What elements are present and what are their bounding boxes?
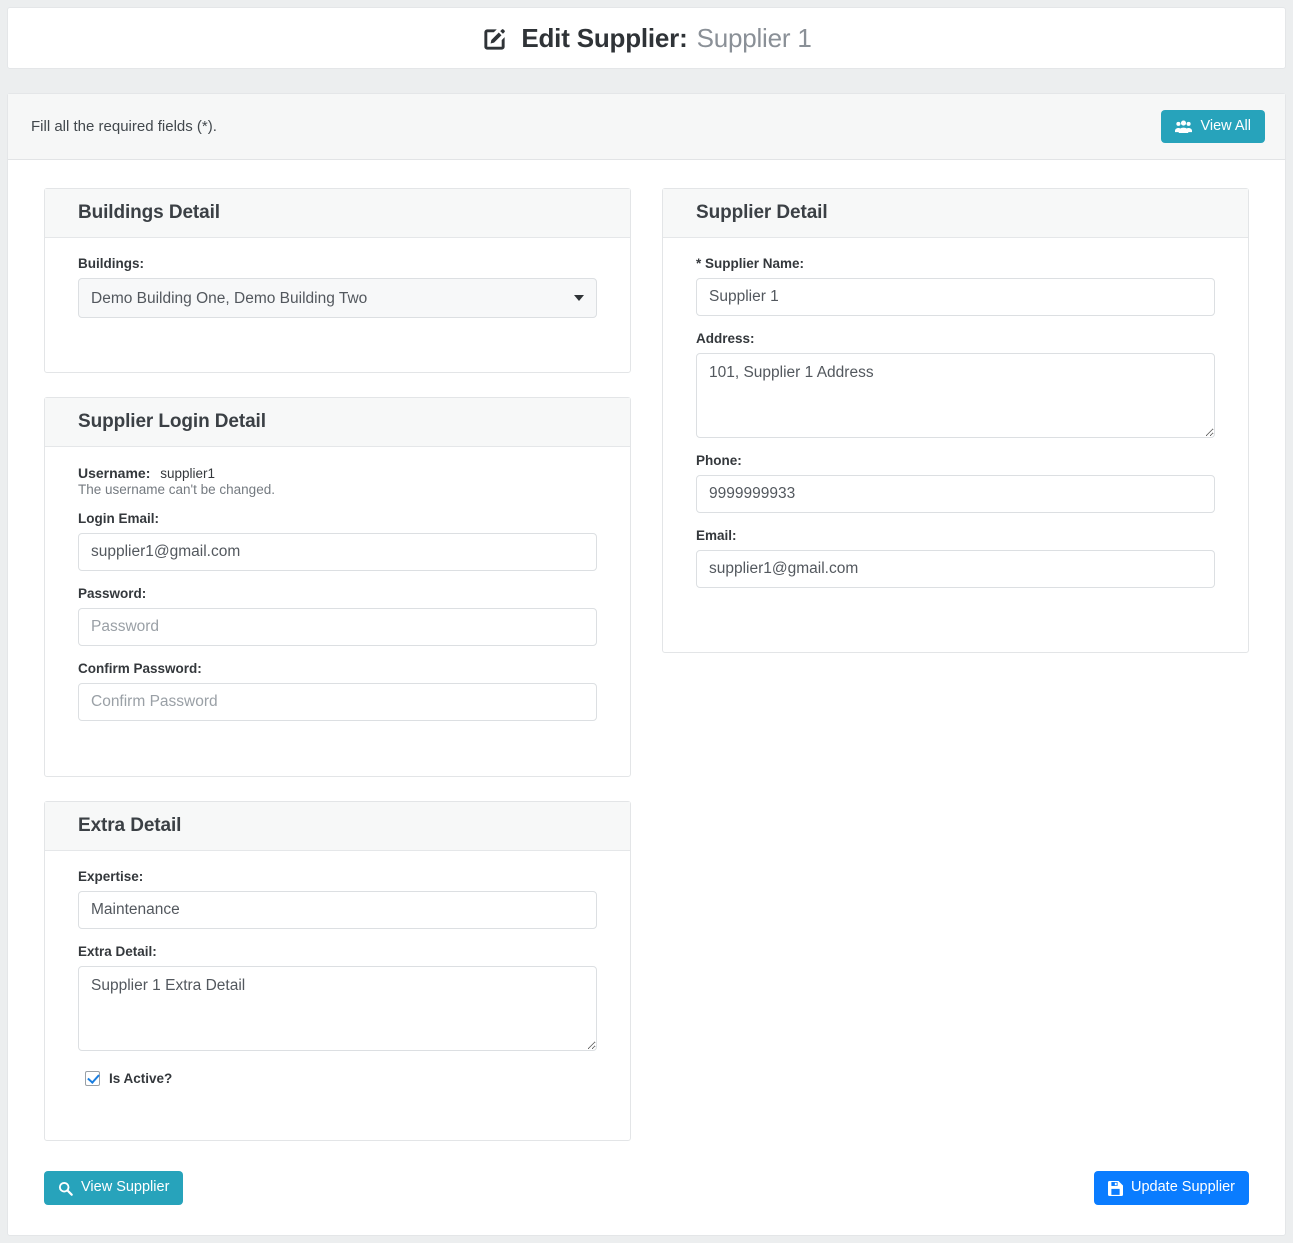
password-input[interactable] <box>78 608 597 647</box>
view-supplier-button[interactable]: View Supplier <box>44 1171 184 1205</box>
login-email-input[interactable] <box>78 533 597 572</box>
panel-login-body: Username: supplier1 The username can't b… <box>45 447 630 758</box>
users-icon <box>1175 120 1193 134</box>
panel-extra-heading: Extra Detail <box>45 802 630 852</box>
field-phone: Phone: <box>696 453 1215 514</box>
buildings-select[interactable]: Demo Building One, Demo Building Two <box>78 278 597 319</box>
address-label: Address: <box>696 331 755 347</box>
is-active-label: Is Active? <box>109 1071 173 1087</box>
view-supplier-label: View Supplier <box>81 1179 170 1196</box>
password-label: Password: <box>78 586 147 602</box>
phone-label: Phone: <box>696 453 742 469</box>
field-is-active: Is Active? <box>78 1071 597 1087</box>
page-title-prefix: Edit Supplier: <box>521 22 688 53</box>
field-extra-detail: Extra Detail: Supplier 1 Extra Detail <box>78 944 597 1052</box>
expertise-label: Expertise: <box>78 869 144 885</box>
panel-supplier-login-detail: Supplier Login Detail Username: supplier… <box>44 397 631 778</box>
field-supplier-name: * Supplier Name: <box>696 256 1215 317</box>
card-footer: View Supplier Update Supplier <box>8 1165 1285 1234</box>
view-all-button[interactable]: View All <box>1161 110 1265 144</box>
expertise-input[interactable] <box>78 891 597 930</box>
extra-detail-label: Extra Detail: <box>78 944 157 960</box>
page-title-card: Edit Supplier: Supplier 1 <box>7 7 1286 69</box>
search-icon <box>58 1181 73 1196</box>
field-login-email: Login Email: <box>78 511 597 572</box>
confirm-password-input[interactable] <box>78 683 597 722</box>
panel-extra-detail: Extra Detail Expertise: Extra Detail: Su… <box>44 801 631 1142</box>
panel-buildings-heading: Buildings Detail <box>45 189 630 239</box>
panel-buildings-detail: Buildings Detail Buildings: Demo Buildin… <box>44 188 631 374</box>
card-body: Buildings Detail Buildings: Demo Buildin… <box>8 160 1285 1165</box>
panel-extra-body: Expertise: Extra Detail: Supplier 1 Extr… <box>45 851 630 1108</box>
field-expertise: Expertise: <box>78 869 597 930</box>
is-active-checkbox[interactable] <box>85 1071 100 1087</box>
page-title-suffix: Supplier 1 <box>696 22 812 53</box>
card-header: Fill all the required fields (*). View A… <box>8 94 1285 161</box>
confirm-password-label: Confirm Password: <box>78 661 202 677</box>
phone-input[interactable] <box>696 475 1215 514</box>
panel-supplier-detail: Supplier Detail * Supplier Name: Address… <box>662 188 1249 654</box>
field-address: Address: 101, Supplier 1 Address <box>696 331 1215 439</box>
buildings-label: Buildings: <box>78 256 144 272</box>
panel-supplier-heading: Supplier Detail <box>663 189 1248 239</box>
save-icon <box>1108 1180 1123 1196</box>
update-supplier-button[interactable]: Update Supplier <box>1094 1171 1249 1205</box>
supplier-name-input[interactable] <box>696 278 1215 317</box>
username-value: supplier1 <box>160 466 216 482</box>
buildings-select-wrap: Demo Building One, Demo Building Two <box>78 278 597 319</box>
edit-supplier-card: Fill all the required fields (*). View A… <box>7 93 1286 1236</box>
username-row: Username: supplier1 <box>78 465 597 481</box>
panel-login-heading: Supplier Login Detail <box>45 398 630 448</box>
panel-buildings-body: Buildings: Demo Building One, Demo Build… <box>45 238 630 355</box>
field-password: Password: <box>78 586 597 647</box>
field-email: Email: <box>696 528 1215 589</box>
login-email-label: Login Email: <box>78 511 159 527</box>
pen-to-square-icon <box>481 26 508 53</box>
email-input[interactable] <box>696 550 1215 589</box>
panel-supplier-body: * Supplier Name: Address: 101, Supplier … <box>663 238 1248 625</box>
extra-detail-textarea[interactable]: Supplier 1 Extra Detail <box>78 966 597 1052</box>
field-confirm-password: Confirm Password: <box>78 661 597 722</box>
page-title: Edit Supplier: Supplier 1 <box>481 22 812 54</box>
view-all-label: View All <box>1200 118 1251 134</box>
email-label: Email: <box>696 528 737 544</box>
update-supplier-label: Update Supplier <box>1131 1179 1235 1196</box>
address-textarea[interactable]: 101, Supplier 1 Address <box>696 353 1215 439</box>
username-help-text: The username can't be changed. <box>78 482 275 498</box>
supplier-name-label: * Supplier Name: <box>696 256 805 272</box>
field-buildings: Buildings: Demo Building One, Demo Build… <box>78 256 597 319</box>
required-fields-note: Fill all the required fields (*). <box>31 118 217 136</box>
username-label: Username: <box>78 465 151 482</box>
